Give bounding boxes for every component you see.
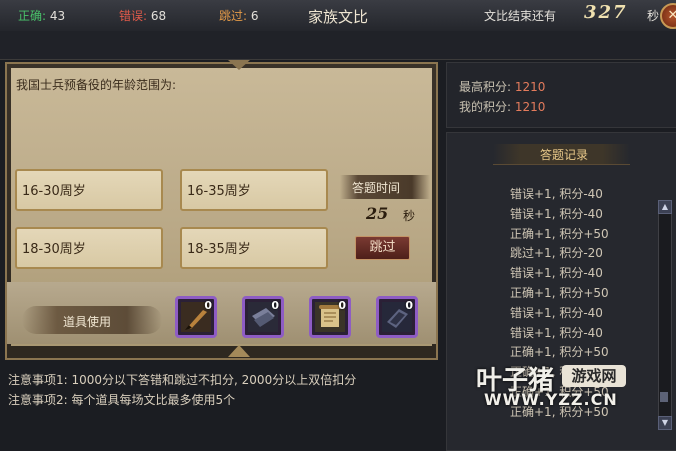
item-count: 0	[338, 299, 346, 312]
correct-stat: 正确: 43	[18, 7, 65, 24]
timer-unit: 秒	[647, 9, 660, 23]
my-score-label: 我的积分:	[459, 100, 512, 114]
highest-score: 最高积分: 1210	[459, 78, 545, 95]
skip-value: 6	[250, 9, 259, 23]
skip-label: 跳过:	[219, 9, 248, 23]
note-2: 注意事项2: 每个道具每场文比最多使用5个	[8, 393, 236, 407]
answer-option-3[interactable]: 18-30周岁	[15, 227, 163, 269]
answer-option-4[interactable]: 18-35周岁	[180, 227, 328, 269]
record-item: 错误+1, 积分-40	[510, 305, 603, 320]
timer-value: 327	[584, 2, 628, 23]
status-bar	[0, 31, 676, 60]
my-score: 我的积分: 1210	[459, 98, 545, 115]
question-text: 我国士兵预备役的年龄范围为:	[16, 78, 177, 92]
wrong-stat: 错误: 68	[119, 7, 166, 24]
record-item: 错误+1, 积分-40	[510, 206, 603, 221]
answer-time-label: 答题时间	[352, 181, 401, 195]
my-score-value: 1210	[514, 100, 546, 114]
record-item: 错误+1, 积分-40	[510, 187, 603, 201]
scroll-up-icon[interactable]: ▲	[658, 200, 672, 214]
correct-value: 43	[49, 9, 66, 23]
record-item: 错误+1, 积分-40	[510, 266, 603, 281]
record-item: 正确+1, 积分+50	[510, 226, 609, 241]
answer-option-1[interactable]: 16-30周岁	[15, 169, 163, 211]
record-item: 正确+1, 积分+50	[510, 285, 609, 300]
skip-stat: 跳过: 6	[219, 7, 259, 24]
record-list[interactable]: 错误+1, 积分-40 错误+1, 积分-40 正确+1, 积分+50 跳过+1, 积…	[510, 185, 650, 449]
timer-label: 文比结束还有	[484, 9, 557, 23]
wrong-label: 错误:	[119, 9, 148, 23]
scroll-thumb[interactable]	[660, 392, 668, 402]
watermark-badge: 游戏网	[562, 365, 626, 387]
item-count: 0	[271, 299, 279, 312]
window-title: 家族文比	[307, 8, 368, 26]
answer-time-value: 25	[366, 204, 389, 223]
record-item: 跳过+1, 积分-20	[510, 246, 603, 261]
item-slot-paper-scroll[interactable]: 0	[309, 296, 351, 338]
highest-score-value: 1210	[514, 80, 546, 94]
note-1: 注意事项1: 1000分以下答错和跳过不扣分, 2000分以上双倍扣分	[8, 373, 357, 387]
answer-time-unit: 秒	[403, 209, 416, 223]
item-slot-ink-stone[interactable]: 0	[376, 296, 418, 338]
item-count: 0	[204, 299, 212, 312]
highest-score-label: 最高积分:	[459, 80, 512, 94]
score-panel	[446, 62, 676, 128]
skip-button[interactable]: 跳过	[355, 236, 410, 260]
item-slot-scroll-bundle[interactable]: 0	[242, 296, 284, 338]
record-title: 答题记录	[540, 148, 589, 162]
scroll-down-icon[interactable]: ▼	[658, 416, 672, 430]
watermark-url: WWW.YZZ.CN	[484, 390, 618, 409]
correct-label: 正确:	[18, 9, 47, 23]
items-label: 道具使用	[63, 315, 112, 329]
wrong-value: 68	[150, 9, 167, 23]
answer-option-2[interactable]: 16-35周岁	[180, 169, 328, 211]
item-slot-brush[interactable]: 0	[175, 296, 217, 338]
record-item: 错误+1, 积分-40	[510, 325, 603, 340]
item-count: 0	[405, 299, 413, 312]
